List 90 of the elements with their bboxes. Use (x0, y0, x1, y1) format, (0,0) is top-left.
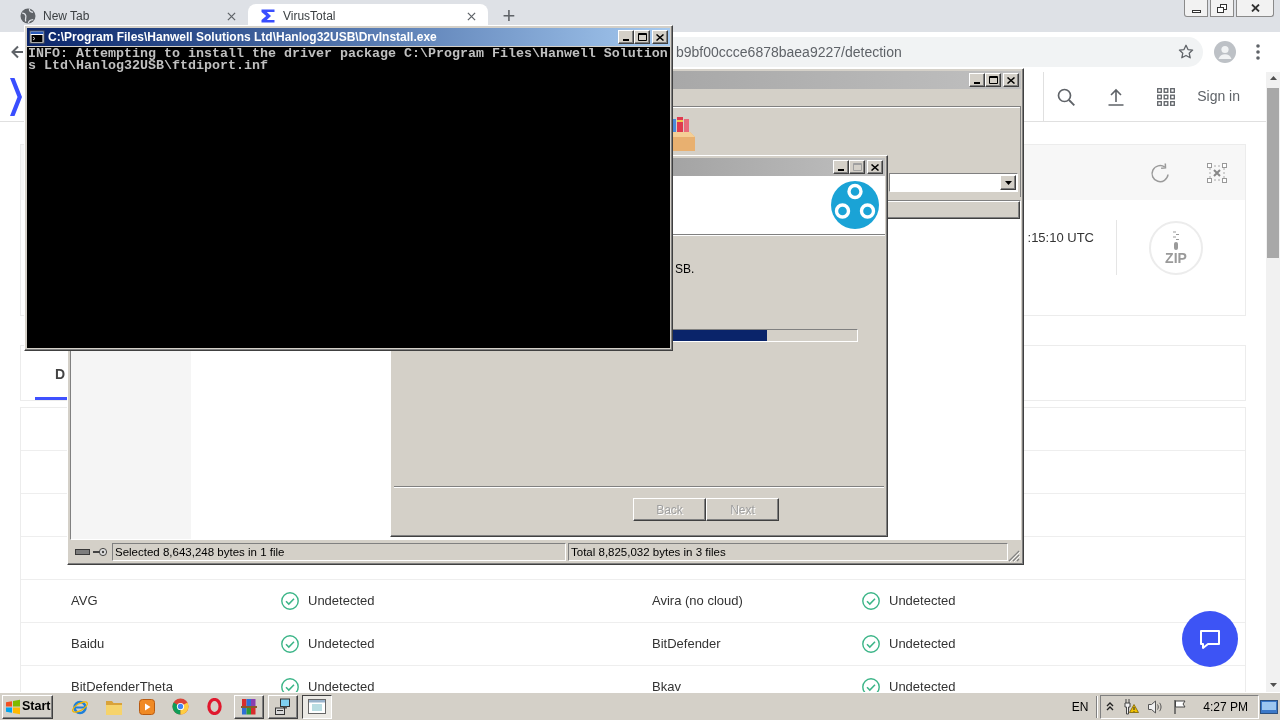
dropdown-button[interactable] (1000, 175, 1016, 190)
drive-icon (75, 548, 90, 556)
engine-name: Avira (no cloud) (652, 593, 743, 609)
engine-name: Bkav (652, 679, 681, 692)
site-logo-icon (260, 8, 276, 24)
menu-dots-icon[interactable] (1256, 44, 1260, 60)
network-warning-icon[interactable] (1123, 698, 1140, 715)
folder-icon (104, 698, 123, 715)
close-icon[interactable] (227, 11, 236, 21)
globe-icon (20, 8, 36, 24)
star-icon[interactable] (1178, 44, 1194, 60)
check-circle-icon (862, 635, 880, 653)
logo-icon (10, 77, 22, 116)
apps-grid-icon[interactable] (1157, 87, 1176, 106)
resize-grip-icon (1008, 550, 1020, 562)
dropdown-arrow-icon (1004, 180, 1012, 185)
play-icon (139, 698, 155, 715)
restore-button[interactable] (1210, 0, 1234, 17)
back-arrow-icon[interactable] (10, 45, 23, 59)
close-button[interactable] (1236, 0, 1274, 17)
start-button[interactable]: Start (2, 694, 53, 719)
scroll-down-icon[interactable] (1269, 683, 1277, 687)
minimize-icon (623, 39, 629, 41)
flag-icon[interactable] (1172, 698, 1189, 715)
console-line: s Ltd\Hanlog32USB\ftdiport.inf (28, 60, 268, 72)
chevrons-up-icon[interactable] (1106, 702, 1115, 711)
restore-icon (1217, 3, 1227, 13)
scrollbar[interactable] (1266, 72, 1280, 692)
refresh-icon[interactable] (1149, 161, 1171, 184)
minimize-icon (838, 169, 844, 171)
browser-logo-icon (172, 698, 189, 715)
detection-result: Undetected (308, 635, 375, 654)
minimize-icon (1191, 9, 1201, 13)
close-icon (1007, 76, 1015, 84)
window-icon (308, 699, 326, 714)
detection-result: Undetected (308, 678, 375, 692)
new-tab-button[interactable]: + (499, 6, 519, 26)
check-circle-icon (281, 635, 299, 653)
address-combo[interactable] (889, 173, 1018, 192)
detection-result: Undetected (889, 678, 956, 692)
address-bar[interactable]: b9bf00ccce6878baea9227/detection (673, 37, 1203, 67)
engine-name: AVG (71, 593, 98, 609)
minimize-button[interactable] (1184, 0, 1208, 17)
wizard-message: SB. (675, 262, 695, 276)
engine-name: BitDefenderTheta (71, 679, 173, 692)
books-icon (240, 697, 258, 716)
scroll-thumb[interactable] (1267, 88, 1279, 258)
close-icon[interactable] (467, 11, 476, 21)
check-circle-icon (862, 592, 880, 610)
show-desktop-icon[interactable] (1260, 699, 1278, 714)
engine-name: Baidu (71, 636, 105, 652)
sign-in-link[interactable]: Sign in (1197, 86, 1240, 107)
clock[interactable]: 4:27 PM (1203, 697, 1248, 716)
maximize-button[interactable] (985, 73, 1001, 87)
maximize-icon (988, 76, 998, 84)
status-text: Selected 8,643,248 bytes in 1 file (112, 543, 566, 561)
detection-result: Undetected (308, 592, 375, 611)
ring-logo-icon (206, 698, 222, 715)
close-icon (871, 163, 879, 171)
speaker-icon[interactable] (1147, 698, 1164, 715)
analysis-date: :15:10 UTC (1027, 229, 1094, 247)
close-icon (656, 33, 664, 41)
language-indicator[interactable]: EN (1071, 697, 1089, 716)
console-line: INFO: Attempting to install the driver package C:\Program Files\Hanwell Solution (28, 48, 668, 60)
file-type-label: ZIP (1165, 250, 1187, 266)
url-text: b9bf00ccce6878baea9227/detection (676, 42, 902, 62)
console-window-icon (29, 30, 45, 44)
zipper-icon (1172, 230, 1180, 251)
three-rings-logo-icon (831, 181, 879, 229)
window-title: C:\Program Files\Hanwell Solutions Ltd\Hanlog32USB\DrvInstall.exe (48, 29, 437, 46)
chat-bubble-icon (1199, 628, 1221, 650)
scroll-up-icon[interactable] (1269, 76, 1277, 80)
maximize-icon (637, 33, 647, 41)
upload-icon[interactable] (1107, 87, 1126, 106)
search-icon[interactable] (1057, 87, 1076, 106)
key-icon (93, 547, 108, 557)
maximize-button[interactable] (634, 30, 650, 44)
computer-icon (274, 697, 292, 716)
maximize-icon (852, 163, 862, 171)
selection-frame-icon[interactable] (1207, 162, 1227, 183)
detection-result: Undetected (889, 592, 956, 611)
engine-name: BitDefender (652, 636, 721, 652)
check-circle-icon (281, 592, 299, 610)
minimize-icon (974, 82, 980, 84)
status-text: Total 8,825,032 bytes in 3 files (568, 543, 1008, 561)
browser-tab[interactable]: VirusTotal (248, 4, 488, 25)
close-icon (1250, 4, 1260, 12)
taskbar-button[interactable] (302, 694, 332, 719)
windows-flag-icon (5, 698, 21, 715)
detection-result: Undetected (889, 635, 956, 654)
